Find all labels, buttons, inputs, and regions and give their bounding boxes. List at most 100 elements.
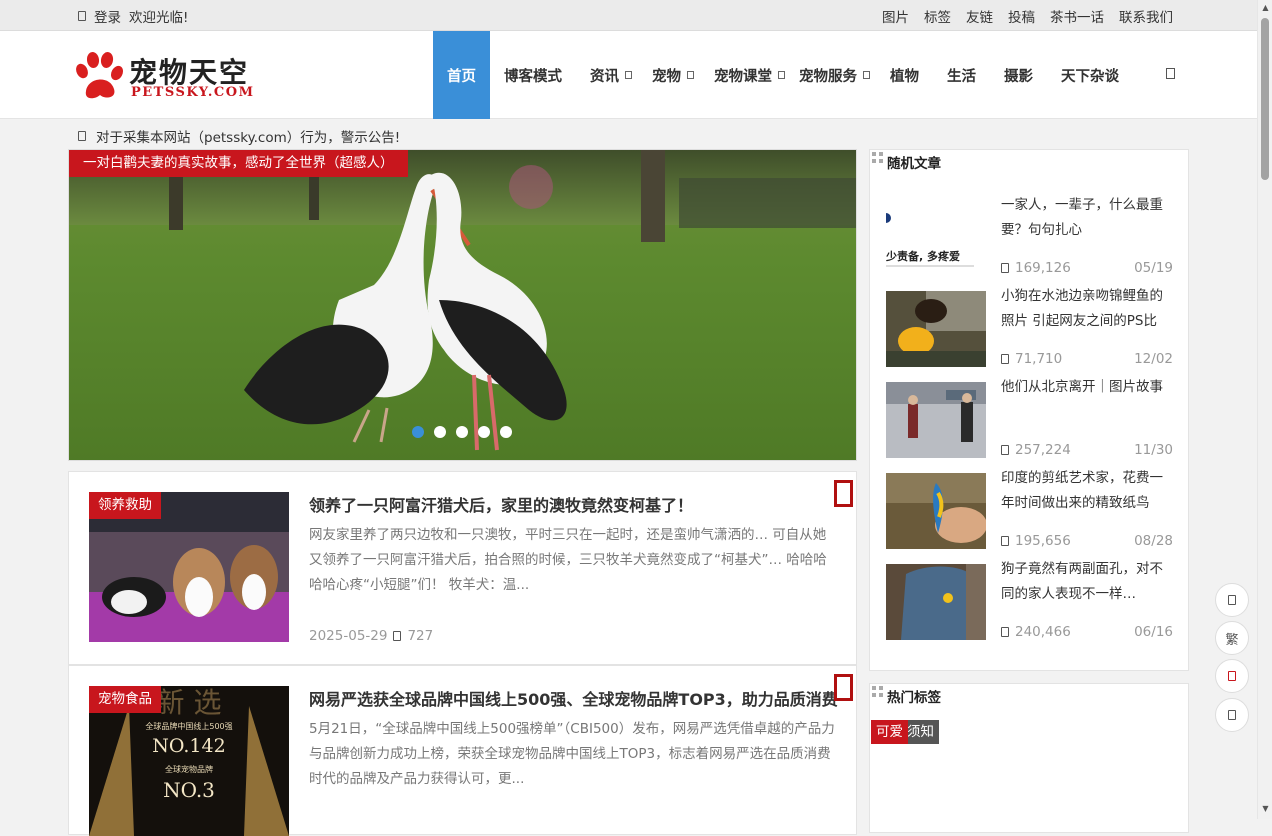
article-date: 08/28 [1134,533,1173,549]
top-link-contact[interactable]: 联系我们 [1119,6,1173,26]
post-thumbnail[interactable]: 新 选 全球品牌中国线上500强 NO.142 全球宠物品牌 NO.3 宠物食品 [89,686,289,836]
article-image [886,564,986,640]
article-image-text: 少责备, 多疼爱 [886,249,960,263]
award-label-1: 全球品牌中国线上500强 [145,721,232,731]
random-article-item[interactable]: 他们从北京离开｜图片故事 257,224 11/30 [886,379,1176,458]
random-article-item[interactable]: 少责备, 多疼爱 一家人，一辈子，什么最重要？句句扎心 169,126 05/1… [886,197,1176,276]
top-link-submit[interactable]: 投稿 [1008,6,1035,26]
widget-header: 随机文章 [870,150,1188,178]
post-title[interactable]: 领养了一只阿富汗猎犬后，家里的澳牧竟然变柯基了！ [309,492,693,516]
post-thumbnail[interactable]: 领养救助 [89,492,289,642]
article-image [886,291,986,367]
arrow-up-icon [1228,710,1236,720]
award-label-2: 全球宠物品牌 [165,764,213,774]
hot-tags-widget: 热门标签 [869,683,1189,833]
post-meta: 2025-05-29 727 [309,628,433,644]
back-to-top-button[interactable] [1215,698,1249,732]
scroll-up-icon[interactable]: ▲ [1260,3,1271,13]
random-article-item[interactable]: 印度的剪纸艺术家，花费一年时间做出来的精致纸鸟 195,656 08/28 [886,470,1176,549]
views-count: 71,710 [1015,351,1063,367]
post-card: 领养救助 领养了一只阿富汗猎犬后，家里的澳牧竟然变柯基了！ 网友家里养了两只边牧… [68,471,857,665]
nav-pet-class[interactable]: 宠物课堂 [708,31,799,119]
widget-header: 热门标签 [870,684,1188,712]
home-icon [1228,595,1236,605]
paw-logo-icon [76,52,123,99]
article-date: 12/02 [1134,351,1173,367]
article-views: 195,656 [1001,533,1071,549]
nav-label: 天下杂谈 [1061,68,1119,85]
slider-dot[interactable] [500,426,512,438]
slider-dot[interactable] [412,426,424,438]
bookmark-icon[interactable] [834,674,853,701]
nav-blog-mode[interactable]: 博客模式 [490,31,576,119]
chevron-down-icon [863,71,870,79]
top-link-pictures[interactable]: 图片 [882,6,909,26]
scroll-down-icon[interactable]: ▼ [1260,804,1271,814]
widget-title: 热门标签 [887,690,941,706]
nav-pets[interactable]: 宠物 [646,31,708,119]
article-date: 05/19 [1134,260,1173,276]
slider-dot[interactable] [456,426,468,438]
megaphone-icon [78,131,86,141]
slider-dot[interactable] [434,426,446,438]
views-count: 257,224 [1015,442,1071,458]
random-article-item[interactable]: 狗子竟然有两副面孔，对不同的家人表现不一样… 240,466 06/16 [886,561,1176,640]
float-button[interactable] [1215,583,1249,617]
random-article-item[interactable]: 小狗在水池边亲吻锦鲤鱼的照片 引起网友之间的PS比 71,710 12/02 [886,288,1176,367]
float-button[interactable] [1215,659,1249,693]
category-tag[interactable]: 领养救助 [89,492,161,519]
scrollbar-thumb[interactable] [1261,18,1269,180]
nav-label: 摄影 [1004,68,1033,85]
top-link-tags[interactable]: 标签 [924,6,951,26]
article-title[interactable]: 一家人，一辈子，什么最重要？句句扎心 [1001,193,1176,243]
stork-photo [69,150,856,460]
article-title[interactable]: 小狗在水池边亲吻锦鲤鱼的照片 引起网友之间的PS比 [1001,284,1176,334]
views-count: 195,656 [1015,533,1071,549]
slide-caption[interactable]: 一对白鹳夫妻的真实故事，感动了全世界（超感人） [69,150,408,177]
article-title[interactable]: 他们从北京离开｜图片故事 [1001,375,1176,400]
hero-slider[interactable]: 一对白鹳夫妻的真实故事，感动了全世界（超感人） [68,149,857,461]
article-thumbnail[interactable]: 少责备, 多疼爱 [886,200,986,276]
bookmark-icon[interactable] [834,480,853,507]
nav-misc[interactable]: 天下杂谈 [1047,31,1133,119]
article-meta: 240,466 06/16 [1001,624,1173,640]
page-scrollbar[interactable]: ▲ ▼ [1257,0,1272,819]
nav-label: 生活 [947,68,976,85]
slider-dot[interactable] [478,426,490,438]
article-views: 71,710 [1001,351,1062,367]
post-title[interactable]: 网易严选获全球品牌中国线上500强、全球宠物品牌TOP3，助力品质消费 [309,686,838,710]
article-title[interactable]: 印度的剪纸艺术家，花费一年时间做出来的精致纸鸟 [1001,466,1176,516]
article-thumbnail[interactable] [886,291,986,367]
article-image: 少责备, 多疼爱 [886,200,986,276]
nav-label: 宠物课堂 [714,68,772,85]
nav-label: 宠物 [652,68,681,85]
article-title[interactable]: 狗子竟然有两副面孔，对不同的家人表现不一样… [1001,557,1176,607]
article-thumbnail[interactable] [886,382,986,458]
traditional-chinese-button[interactable]: 繁 [1215,621,1249,655]
random-articles-widget: 随机文章 少责备, 多疼爱 一家人，一辈子，什么最重要？句句扎心 169,126… [869,149,1189,671]
category-tag[interactable]: 宠物食品 [89,686,161,713]
eye-icon [1001,263,1009,273]
top-link-friends[interactable]: 友链 [966,6,993,26]
notice-bar[interactable]: 对于采集本网站（petssky.com）行为，警示公告! [78,126,400,146]
hot-tag-item[interactable]: 可爱 [871,720,908,744]
nav-pet-service[interactable]: 宠物服务 [799,31,884,119]
nav-plants[interactable]: 植物 [884,31,933,119]
nav-life[interactable]: 生活 [933,31,990,119]
award-heading: 新 选 [157,686,222,719]
welcome-text: 欢迎光临! [129,10,189,26]
main-nav: 首页 博客模式 资讯 宠物 宠物课堂 宠物服务 植物 生活 摄影 天下杂谈 [433,31,1133,119]
login-link[interactable]: 登录 [94,6,121,26]
nav-label: 植物 [890,68,919,85]
nav-photography[interactable]: 摄影 [990,31,1047,119]
nav-home[interactable]: 首页 [433,31,490,119]
nav-news[interactable]: 资讯 [576,31,646,119]
top-link-tea[interactable]: 茶书一话 [1050,6,1104,26]
nav-label: 宠物服务 [799,68,857,85]
article-thumbnail[interactable] [886,564,986,640]
site-logo[interactable]: 宠物天空 PETSSKY.COM [74,49,264,103]
bookmark-icon [1228,671,1236,681]
article-thumbnail[interactable] [886,473,986,549]
search-icon[interactable] [1166,68,1175,79]
widget-title: 随机文章 [887,156,941,172]
